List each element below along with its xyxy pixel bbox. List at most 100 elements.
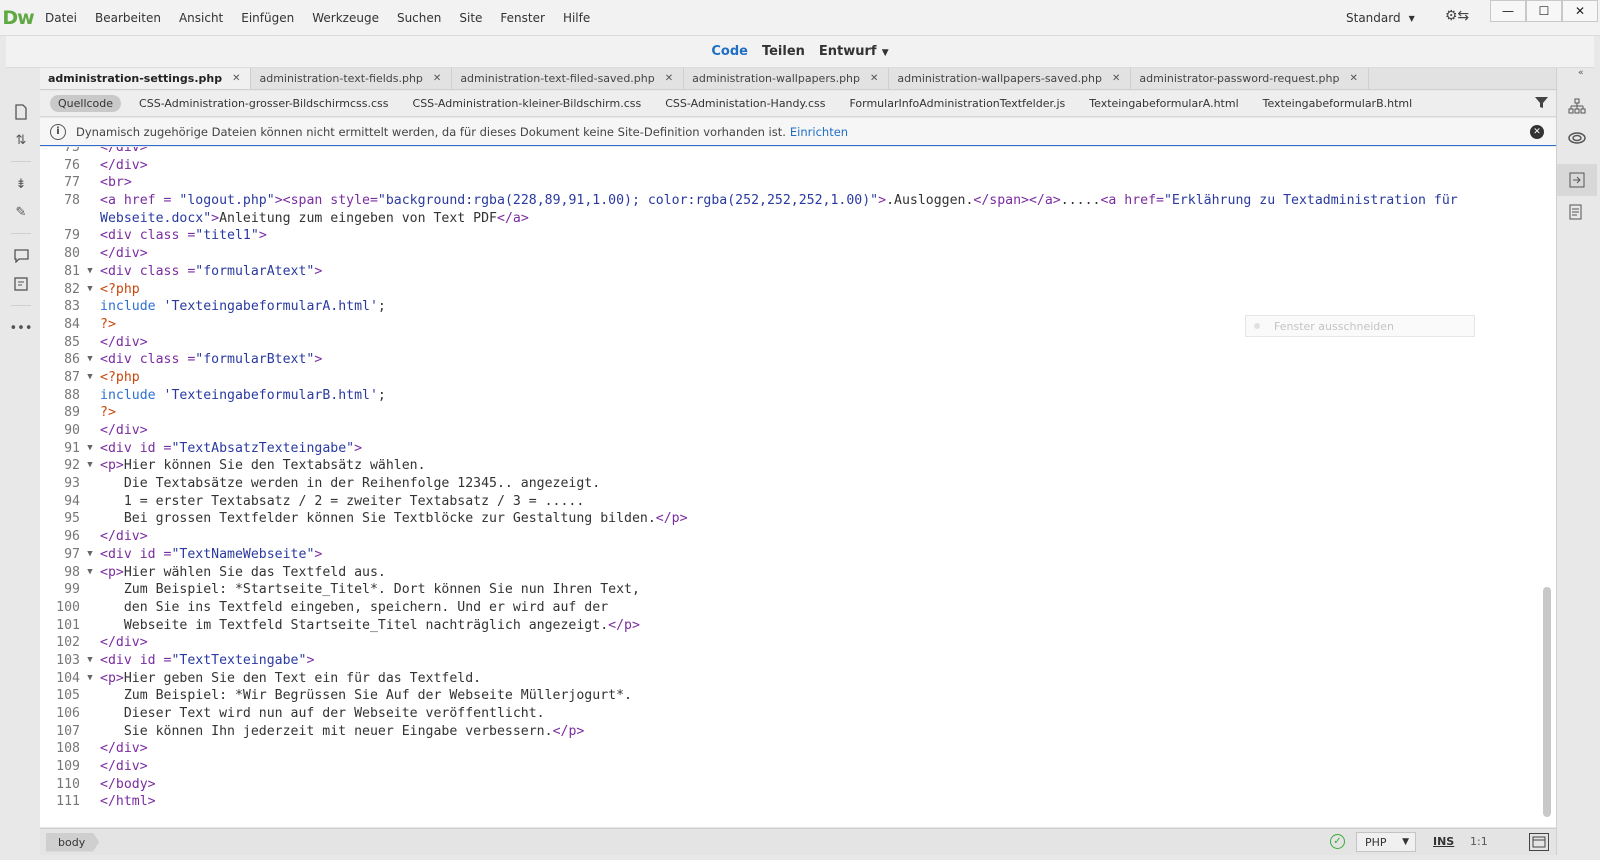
code-line[interactable]: 80 </div> [40,245,1530,263]
code-line[interactable]: 83 include 'TexteingabeformularA.html'; [40,298,1530,316]
tag-selector-body[interactable]: body [46,832,100,852]
code-line[interactable]: 91 ▼ <div id ="TextAbsatzTexteingabe"> [40,440,1530,458]
document-tab[interactable]: administrator-password-request.php ✕ [1131,68,1369,89]
code-line[interactable]: 101 Webseite im Textfeld Startseite_Tite… [40,617,1530,635]
insert-panel-icon[interactable] [1557,164,1597,196]
close-icon[interactable]: ✕ [1530,125,1544,139]
code-line[interactable]: 89 ?> [40,404,1530,422]
collapse-panel-icon[interactable]: « [1578,68,1584,78]
view-design-button[interactable]: Entwurf ▼ [819,44,889,59]
fold-arrow-icon[interactable]: ▼ [80,546,100,564]
code-line[interactable]: 88 include 'TexteingabeformularB.html'; [40,387,1530,405]
comment-icon[interactable] [6,242,36,270]
document-type-select[interactable]: PHP ▼ [1356,832,1416,852]
snippets-icon[interactable] [1557,196,1597,228]
related-file-item[interactable]: FormularInfoAdministrationTextfelder.js [837,97,1077,110]
fold-arrow-icon[interactable]: ▼ [80,457,100,475]
document-tab[interactable]: administration-text-fields.php ✕ [251,68,453,89]
document-tab[interactable]: administration-wallpapers-saved.php ✕ [889,68,1132,89]
close-tab-icon[interactable]: ✕ [1350,73,1358,84]
filter-icon[interactable] [1535,96,1548,113]
vertical-scrollbar[interactable] [1543,587,1551,817]
fold-arrow-icon[interactable]: ▼ [80,670,100,688]
fold-arrow-icon[interactable]: ▼ [80,564,100,582]
menu-item-fenster[interactable]: Fenster [491,0,554,36]
code-line[interactable]: 95 Bei grossen Textfelder können Sie Tex… [40,510,1530,528]
code-line[interactable]: 109 </div> [40,758,1530,776]
code-line[interactable]: 105 Zum Beispiel: *Wir Begrüssen Sie Auf… [40,687,1530,705]
code-line[interactable]: 76 </div> [40,157,1530,175]
code-line[interactable]: 81 ▼ <div class ="formularAtext"> [40,263,1530,281]
close-tab-icon[interactable]: ✕ [232,73,240,84]
code-line[interactable]: 92 ▼ <p>Hier können Sie den Textabsätz wäh… [40,457,1530,475]
document-tab[interactable]: administration-settings.php ✕ [40,68,252,89]
check-icon[interactable]: ✓ [1330,834,1345,849]
code-line[interactable]: 111 </html> [40,793,1530,811]
insert-mode[interactable]: INS [1433,835,1454,848]
related-file-item[interactable]: TexteingabeformularB.html [1251,97,1425,110]
more-options-icon[interactable]: ••• [6,314,36,342]
maximize-button[interactable]: ☐ [1526,0,1562,22]
collapse-icon[interactable]: ⇟ [6,170,36,198]
code-line[interactable]: 99 Zum Beispiel: *Startseite_Titel*. Dor… [40,581,1530,599]
code-line[interactable]: 100 den Sie ins Textfeld eingeben, speic… [40,599,1530,617]
related-file-item[interactable]: CSS-Administration-kleiner-Bildschirm.cs… [401,97,654,110]
code-line[interactable]: 90 </div> [40,422,1530,440]
code-line[interactable]: 78 <a href = "logout.php"><span style="ba… [40,192,1530,227]
fold-arrow-icon[interactable]: ▼ [80,652,100,670]
document-tab[interactable]: administration-text-filed-saved.php ✕ [452,68,685,89]
code-line[interactable]: 107 Sie können Ihn jederzeit mit neuer E… [40,723,1530,741]
code-line[interactable]: 102 </div> [40,634,1530,652]
brush-icon[interactable]: ✎ [6,198,36,226]
code-line[interactable]: 75 </div> [40,147,1530,157]
code-line[interactable]: 97 ▼ <div id ="TextNameWebseite"> [40,546,1530,564]
sort-arrows-icon[interactable]: ⇅ [6,126,36,154]
minimize-button[interactable]: — [1490,0,1526,22]
fold-arrow-icon[interactable]: ▼ [80,281,100,299]
workspace-switcher[interactable]: Standard ▼ [1346,0,1415,36]
code-line[interactable]: 77 <br> [40,174,1530,192]
dom-tree-icon[interactable] [1557,90,1597,122]
code-line[interactable]: 87 ▼ <?php [40,369,1530,387]
preview-icon[interactable] [1529,833,1549,851]
sync-settings-icon[interactable]: ⚙⇆ [1440,8,1474,28]
code-editor[interactable]: 75 </div> 76 </div> 77 <br> 78 <a href = "logou… [40,147,1556,827]
menu-item-einfügen[interactable]: Einfügen [232,0,303,36]
code-line[interactable]: 96 </div> [40,528,1530,546]
menu-item-werkzeuge[interactable]: Werkzeuge [303,0,388,36]
close-tab-icon[interactable]: ✕ [870,73,878,84]
code-line[interactable]: 108 </div> [40,740,1530,758]
fold-arrow-icon[interactable]: ▼ [80,263,100,281]
related-file-item[interactable]: TexteingabeformularA.html [1077,97,1250,110]
close-tab-icon[interactable]: ✕ [665,73,673,84]
code-line[interactable]: 79 <div class ="titel1"> [40,227,1530,245]
code-line[interactable]: 110 </body> [40,776,1530,794]
setup-site-link[interactable]: Einrichten [790,125,848,139]
fold-arrow-icon[interactable]: ▼ [80,351,100,369]
close-tab-icon[interactable]: ✕ [433,73,441,84]
code-line[interactable]: 98 ▼ <p>Hier wählen Sie das Textfeld aus. [40,564,1530,582]
fold-arrow-icon[interactable]: ▼ [80,369,100,387]
file-icon[interactable] [6,98,36,126]
related-file-item[interactable]: CSS-Administation-Handy.css [653,97,837,110]
menu-item-bearbeiten[interactable]: Bearbeiten [86,0,170,36]
view-code-button[interactable]: Code [711,44,748,59]
menu-item-datei[interactable]: Datei [36,0,86,36]
menu-item-suchen[interactable]: Suchen [388,0,450,36]
format-code-icon[interactable] [6,270,36,298]
menu-item-site[interactable]: Site [450,0,491,36]
menu-item-ansicht[interactable]: Ansicht [170,0,232,36]
document-tab[interactable]: administration-wallpapers.php ✕ [684,68,890,89]
menu-item-hilfe[interactable]: Hilfe [554,0,599,36]
view-split-button[interactable]: Teilen [762,44,805,59]
code-line[interactable]: 104 ▼ <p>Hier geben Sie den Text ein für d… [40,670,1530,688]
code-line[interactable]: 103 ▼ <div id ="TextTexteingabe"> [40,652,1530,670]
code-line[interactable]: 86 ▼ <div class ="formularBtext"> [40,351,1530,369]
creative-cloud-icon[interactable] [1557,122,1597,154]
code-line[interactable]: 93 Die Textabsätze werden in der Reihenf… [40,475,1530,493]
fold-arrow-icon[interactable]: ▼ [80,440,100,458]
related-file-item[interactable]: CSS-Administration-grosser-Bildschirmcss… [127,97,400,110]
code-line[interactable]: 82 ▼ <?php [40,281,1530,299]
close-tab-icon[interactable]: ✕ [1112,73,1120,84]
code-line[interactable]: 106 Dieser Text wird nun auf der Webseit… [40,705,1530,723]
